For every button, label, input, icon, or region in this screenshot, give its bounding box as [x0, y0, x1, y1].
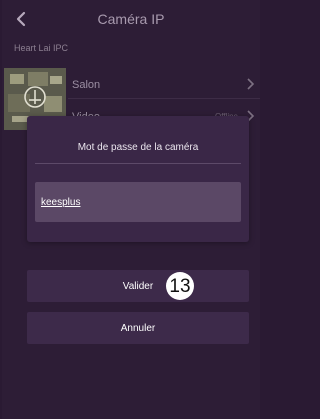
camera-row-salon[interactable]: Salon	[2, 70, 260, 98]
password-value: keesplus	[41, 197, 81, 208]
step-number-badge: 13	[166, 272, 194, 300]
dialog-title: Mot de passe de la caméra	[77, 142, 199, 153]
chevron-right-icon	[244, 77, 256, 91]
header-bar: Caméra IP	[2, 0, 260, 38]
dialog-divider	[35, 163, 241, 164]
password-dialog: Mot de passe de la caméra keesplus	[27, 116, 249, 242]
password-input[interactable]: keesplus	[35, 182, 241, 222]
validate-button[interactable]: Valider	[27, 270, 249, 302]
row-divider	[68, 98, 260, 99]
camera-label: Salon	[72, 79, 101, 91]
cancel-button[interactable]: Annuler	[27, 312, 249, 344]
chevron-left-icon	[15, 11, 27, 27]
back-button[interactable]	[10, 8, 32, 30]
app-screen: Caméra IP Heart Lai IPC Salon Video Offl…	[2, 0, 260, 419]
device-name-label: Heart Lai IPC	[14, 43, 69, 53]
page-title: Caméra IP	[97, 11, 165, 27]
